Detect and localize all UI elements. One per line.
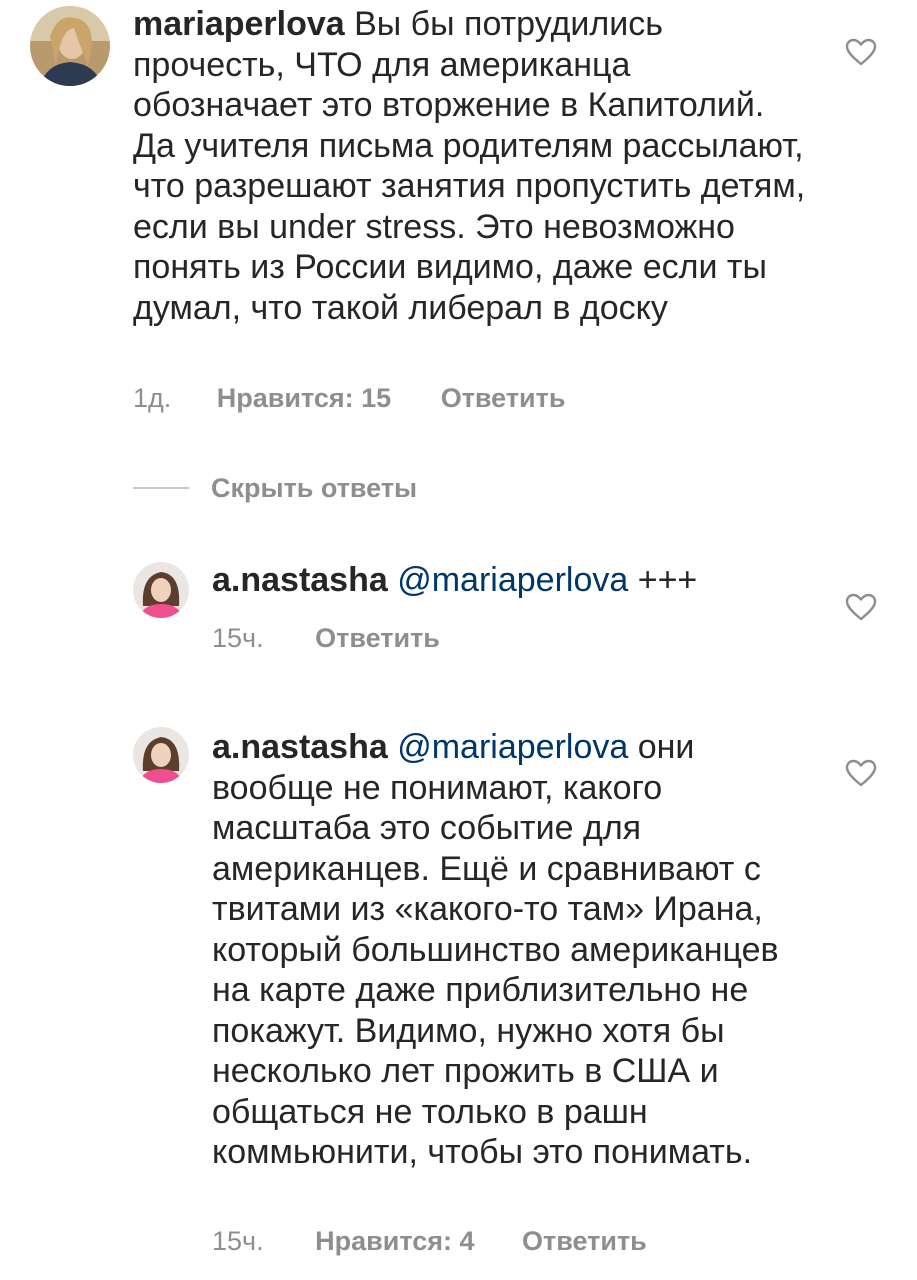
reply-body: они вообще не понимают, какого масштаба … xyxy=(212,728,779,1171)
reply-username[interactable]: a.nastasha xyxy=(212,561,388,599)
reply-mention[interactable]: @mariaperlova xyxy=(397,728,628,766)
comment-meta: 1д. Нравится: 15 Ответить xyxy=(133,383,565,414)
reply-mention[interactable]: @mariaperlova xyxy=(397,561,628,599)
reply-text: a.nastasha @mariaperlova они вообще не п… xyxy=(212,727,802,1173)
avatar[interactable] xyxy=(133,727,189,783)
reply-text: a.nastasha @mariaperlova +++ xyxy=(212,560,792,601)
hide-replies-toggle[interactable]: Скрыть ответы xyxy=(133,468,417,508)
reply-time: 15ч. xyxy=(212,1226,264,1256)
comment-body: Вы бы потрудились прочесть, ЧТО для амер… xyxy=(133,5,806,327)
reply-body: +++ xyxy=(628,561,698,599)
comment-likes[interactable]: Нравится: 15 xyxy=(217,383,391,414)
reply-button[interactable]: Ответить xyxy=(522,1226,647,1257)
comment-time: 1д. xyxy=(133,383,172,413)
reply-likes[interactable]: Нравится: 4 xyxy=(315,1226,474,1257)
reply-meta: 15ч. Нравится: 4 Ответить xyxy=(212,1226,647,1257)
reply-button[interactable]: Ответить xyxy=(315,623,440,654)
like-heart-icon[interactable] xyxy=(845,759,877,787)
reply-time: 15ч. xyxy=(212,623,264,653)
comment-username[interactable]: mariaperlova xyxy=(133,5,345,43)
like-heart-icon[interactable] xyxy=(845,38,877,66)
comment-text: mariaperlova Вы бы потрудились прочесть,… xyxy=(133,4,813,328)
reply-username[interactable]: a.nastasha xyxy=(212,728,388,766)
avatar[interactable] xyxy=(133,562,189,618)
avatar[interactable] xyxy=(30,6,110,86)
reply-button[interactable]: Ответить xyxy=(441,383,566,414)
like-heart-icon[interactable] xyxy=(845,593,877,621)
divider-line xyxy=(133,487,189,489)
reply-meta: 15ч. Ответить xyxy=(212,623,440,654)
hide-replies-label[interactable]: Скрыть ответы xyxy=(211,473,417,504)
